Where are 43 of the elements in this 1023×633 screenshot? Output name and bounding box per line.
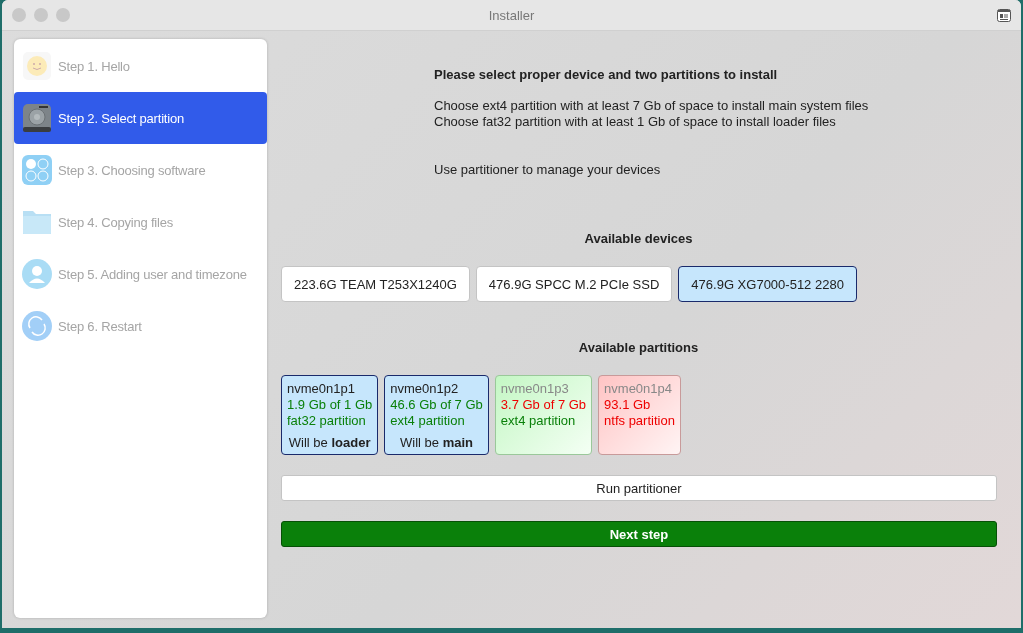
step-item[interactable]: Step 3. Choosing software <box>14 144 267 196</box>
partition-size: 46.6 Gb of 7 Gb <box>390 397 483 413</box>
instruction-text: Choose ext4 partition with at least 7 Gb of space to install main system files <box>434 98 870 114</box>
partition-type: fat32 partition <box>287 413 367 429</box>
partition-name: nvme0n1p1 <box>287 381 356 397</box>
partition-card[interactable]: nvme0n1p2 46.6 Gb of 7 Gb ext4 partition Will be main <box>384 375 489 455</box>
user-icon <box>22 259 52 289</box>
partition-size: 93.1 Gb <box>604 397 652 413</box>
partition-name: nvme0n1p3 <box>500 381 570 397</box>
next-step-button[interactable]: Next step <box>281 521 997 547</box>
partition-card[interactable]: nvme0n1p1 1.9 Gb of 1 Gb fat32 partition Will be loader <box>281 375 379 455</box>
partition-role: Will be loader <box>287 435 372 451</box>
window-control[interactable] <box>12 8 26 22</box>
hard-drive-icon <box>22 103 52 133</box>
partition-card[interactable]: nvme0n1p4 93.1 Gb ntfs partition <box>598 375 681 455</box>
window-control[interactable] <box>34 8 48 22</box>
instruction-heading: Please select proper device and two partitions to install <box>434 67 779 82</box>
partition-name: nvme0n1p4 <box>604 381 674 397</box>
step-item[interactable]: Step 2. Select partition <box>14 92 267 144</box>
hint-text: Use partitioner to manage your devices <box>434 162 662 177</box>
refresh-icon <box>22 311 52 341</box>
partition-role: Will be main <box>399 435 474 451</box>
partition-name: nvme0n1p2 <box>390 381 460 397</box>
partition-card[interactable]: nvme0n1p3 3.7 Gb of 7 Gb ext4 partition <box>494 375 593 455</box>
window-control[interactable] <box>56 8 70 22</box>
partition-size: 3.7 Gb of 7 Gb <box>500 397 587 413</box>
device-button[interactable]: 476.9G SPCC M.2 PCIe SSD <box>475 266 673 302</box>
section-title: Available partitions <box>577 340 700 355</box>
window-title: Installer <box>487 7 536 23</box>
apps-grid-icon <box>22 155 52 185</box>
partition-type: ext4 partition <box>500 413 577 429</box>
partition-type: ext4 partition <box>390 413 466 429</box>
window-menu-icon[interactable] <box>997 8 1011 22</box>
device-button[interactable]: 223.6G TEAM T253X1240G <box>281 266 470 302</box>
step-item[interactable]: Step 6. Restart <box>14 300 267 352</box>
partition-type: ntfs partition <box>604 413 675 429</box>
smiley-icon <box>22 51 52 81</box>
run-partitioner-button[interactable]: Run partitioner <box>281 475 997 501</box>
device-button[interactable]: 476.9G XG7000-512 2280 <box>678 266 857 302</box>
step-item[interactable]: Step 4. Copying files <box>14 196 267 248</box>
partition-size: 1.9 Gb of 1 Gb <box>287 397 373 413</box>
instruction-text: Choose fat32 partition with at least 1 Gb of space to install loader files <box>434 114 837 130</box>
section-title: Available devices <box>583 231 694 246</box>
